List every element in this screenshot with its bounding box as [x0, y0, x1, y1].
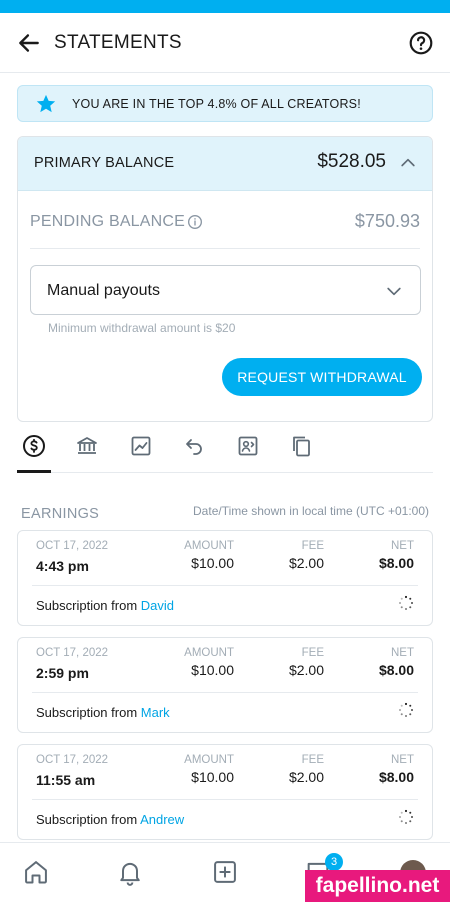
bell-icon	[120, 862, 140, 886]
net-value: $8.00	[378, 769, 414, 785]
tab-payouts[interactable]	[70, 429, 104, 463]
chevron-down-icon	[387, 287, 401, 296]
tab-refunds[interactable]	[177, 429, 211, 463]
nav-notifications[interactable]	[115, 857, 145, 887]
amount-value: $10.00	[191, 769, 234, 785]
divider	[32, 799, 418, 800]
bank-icon	[77, 437, 97, 454]
net-label: NET	[391, 647, 414, 659]
payout-mode-select[interactable]: Manual payouts	[30, 265, 421, 315]
dollar-circle-icon	[23, 435, 45, 457]
fee-value: $2.00	[288, 662, 324, 678]
net-value: $8.00	[378, 662, 414, 678]
amount-label: AMOUNT	[184, 754, 234, 766]
description-prefix: Subscription from	[36, 812, 138, 827]
transaction-description: Subscription from David	[36, 598, 174, 613]
transaction-time: 11:55 am	[36, 772, 96, 788]
transaction-card[interactable]: OCT 17, 2022 11:55 am AMOUNT $10.00 FEE …	[17, 744, 433, 840]
balance-card: PRIMARY BALANCE $528.05 PENDING BALANCE …	[17, 136, 433, 422]
timezone-note: Date/Time shown in local time (UTC +01:0…	[193, 504, 429, 518]
net-label: NET	[391, 754, 414, 766]
top-creator-banner: YOU ARE IN THE TOP 4.8% OF ALL CREATORS!	[17, 85, 433, 122]
transaction-date: OCT 17, 2022	[36, 647, 109, 659]
add-square-icon	[214, 861, 236, 883]
help-icon[interactable]	[408, 30, 434, 56]
fee-value: $2.00	[288, 769, 324, 785]
transaction-time: 4:43 pm	[36, 558, 89, 574]
page-title: STATEMENTS	[54, 32, 182, 53]
amount-label: AMOUNT	[184, 540, 234, 552]
pending-balance-amount: $750.93	[354, 211, 420, 231]
min-withdrawal-note: Minimum withdrawal amount is $20	[48, 321, 236, 335]
subscriber-link[interactable]: Mark	[141, 705, 170, 720]
fee-label: FEE	[301, 754, 324, 766]
description-prefix: Subscription from	[36, 598, 138, 613]
transaction-card[interactable]: OCT 17, 2022 2:59 pm AMOUNT $10.00 FEE $…	[17, 637, 433, 733]
pending-spinner-icon	[399, 809, 413, 824]
divider	[32, 585, 418, 586]
messages-badge: 3	[325, 853, 343, 871]
pending-spinner-icon	[399, 595, 413, 610]
nav-new-post[interactable]	[210, 857, 240, 887]
status-bar	[0, 0, 450, 13]
watermark: fapellino.net	[305, 870, 450, 902]
transaction-card[interactable]: OCT 17, 2022 4:43 pm AMOUNT $10.00 FEE $…	[17, 530, 433, 626]
transaction-description: Subscription from Mark	[36, 705, 170, 720]
banner-text: YOU ARE IN THE TOP 4.8% OF ALL CREATORS!	[72, 97, 361, 111]
fee-value: $2.00	[288, 555, 324, 571]
nav-home[interactable]	[21, 857, 51, 887]
primary-balance-amount: $528.05	[317, 151, 386, 172]
net-label: NET	[391, 540, 414, 552]
back-arrow-icon[interactable]	[16, 30, 42, 56]
description-prefix: Subscription from	[36, 705, 138, 720]
page-header: STATEMENTS	[0, 13, 450, 73]
statement-icon	[238, 436, 258, 456]
statement-tabs	[17, 424, 433, 473]
chevron-up-icon[interactable]	[398, 153, 418, 173]
earnings-heading: EARNINGS	[21, 506, 100, 522]
amount-label: AMOUNT	[184, 647, 234, 659]
chart-icon	[131, 436, 151, 456]
primary-balance-label: PRIMARY BALANCE	[34, 155, 175, 171]
divider	[32, 692, 418, 693]
fee-label: FEE	[301, 540, 324, 552]
primary-balance-row[interactable]: PRIMARY BALANCE $528.05	[18, 137, 432, 191]
amount-value: $10.00	[191, 662, 234, 678]
net-value: $8.00	[378, 555, 414, 571]
transaction-description: Subscription from Andrew	[36, 812, 184, 827]
info-icon[interactable]	[187, 214, 203, 230]
star-icon	[36, 94, 56, 113]
transaction-date: OCT 17, 2022	[36, 754, 109, 766]
pending-balance-row: PENDING BALANCE $750.93	[30, 191, 420, 249]
transaction-date: OCT 17, 2022	[36, 540, 109, 552]
request-withdrawal-button[interactable]: REQUEST WITHDRAWAL	[222, 358, 422, 396]
pending-balance-label: PENDING BALANCE	[30, 213, 186, 230]
tab-referrals[interactable]	[231, 429, 265, 463]
home-icon	[25, 861, 47, 884]
pending-spinner-icon	[399, 702, 413, 717]
subscriber-link[interactable]: David	[141, 598, 174, 613]
amount-value: $10.00	[191, 555, 234, 571]
tab-documents[interactable]	[284, 429, 318, 463]
fee-label: FEE	[301, 647, 324, 659]
tab-statistics[interactable]	[124, 429, 158, 463]
tab-earnings[interactable]	[17, 429, 51, 463]
transaction-time: 2:59 pm	[36, 665, 89, 681]
subscriber-link[interactable]: Andrew	[140, 812, 184, 827]
payout-mode-value: Manual payouts	[47, 282, 160, 299]
refund-icon	[186, 439, 202, 455]
tab-active-indicator	[17, 470, 51, 473]
copy-icon	[293, 436, 310, 457]
